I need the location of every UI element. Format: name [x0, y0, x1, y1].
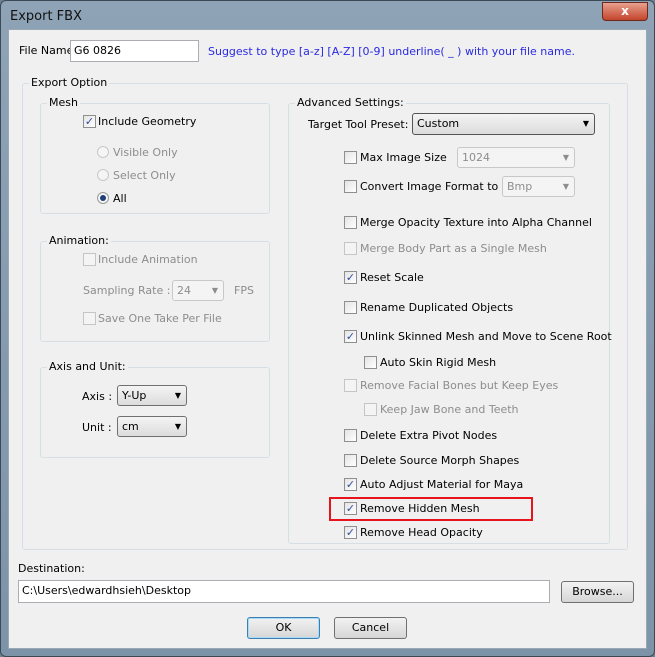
- fps-label: FPS: [234, 284, 254, 297]
- sampling-rate-value: 24: [177, 284, 191, 297]
- axis-label: Axis :: [82, 390, 113, 403]
- max-image-size-checkbox[interactable]: [344, 151, 357, 164]
- delete-source-morph-shapes-checkbox[interactable]: [344, 454, 357, 467]
- highlight-box: [329, 497, 533, 521]
- sampling-rate-label: Sampling Rate :: [83, 284, 171, 297]
- export-option-label: Export Option: [29, 76, 110, 89]
- keep-jaw-bone-and-teeth-label: Keep Jaw Bone and Teeth: [380, 403, 519, 416]
- sampling-rate-combo[interactable]: 24 ▼: [172, 280, 224, 301]
- file-name-label: File Name:: [19, 44, 78, 57]
- remove-head-opacity-checkbox[interactable]: ✓: [344, 526, 357, 539]
- unit-combo[interactable]: cm ▼: [117, 416, 187, 437]
- chevron-down-icon: ▼: [211, 286, 218, 295]
- rename-duplicated-objects-checkbox[interactable]: [344, 301, 357, 314]
- unlink-skinned-mesh-and-move-to-scene-root-label: Unlink Skinned Mesh and Move to Scene Ro…: [360, 330, 612, 343]
- reset-scale-label: Reset Scale: [360, 271, 424, 284]
- save-one-take-checkbox[interactable]: [83, 312, 96, 325]
- unit-value: cm: [122, 420, 139, 433]
- mesh-label: Mesh: [47, 96, 80, 109]
- file-name-hint: Suggest to type [a-z] [A-Z] [0-9] underl…: [208, 45, 575, 58]
- axis-combo[interactable]: Y-Up ▼: [117, 385, 187, 406]
- chevron-down-icon: ▼: [174, 422, 181, 431]
- unlink-skinned-mesh-and-move-to-scene-root-checkbox[interactable]: ✓: [344, 330, 357, 343]
- rename-duplicated-objects-label: Rename Duplicated Objects: [360, 301, 514, 314]
- visible-only-label: Visible Only: [113, 146, 178, 159]
- ok-button[interactable]: OK: [247, 617, 320, 639]
- merge-opacity-texture-into-alpha-channel-label: Merge Opacity Texture into Alpha Channel: [360, 216, 592, 229]
- preset-label: Target Tool Preset:: [308, 118, 409, 131]
- include-animation-checkbox[interactable]: [83, 253, 96, 266]
- remove-facial-bones-but-keep-eyes-label: Remove Facial Bones but Keep Eyes: [360, 379, 559, 392]
- image-format-combo[interactable]: Bmp ▼: [502, 176, 575, 197]
- convert-image-format-to-checkbox[interactable]: [344, 180, 357, 193]
- close-button[interactable]: x: [602, 2, 648, 21]
- keep-jaw-bone-and-teeth-checkbox[interactable]: [364, 403, 377, 416]
- chevron-down-icon: ▼: [562, 153, 569, 162]
- include-animation-label: Include Animation: [98, 253, 198, 266]
- cancel-button[interactable]: Cancel: [334, 617, 407, 639]
- auto-adjust-material-for-maya-checkbox[interactable]: ✓: [344, 478, 357, 491]
- delete-extra-pivot-nodes-checkbox[interactable]: [344, 429, 357, 442]
- chevron-down-icon: ▼: [562, 182, 569, 191]
- max-image-size-label: Max Image Size: [360, 151, 447, 164]
- image-format-value: Bmp: [507, 180, 533, 193]
- unit-label: Unit :: [82, 421, 112, 434]
- window-title: Export FBX: [10, 9, 82, 24]
- include-geometry-label: Include Geometry: [98, 115, 197, 128]
- auto-adjust-material-for-maya-label: Auto Adjust Material for Maya: [360, 478, 524, 491]
- convert-image-format-to-label: Convert Image Format to: [360, 180, 499, 193]
- select-only-radio[interactable]: [97, 169, 109, 181]
- delete-extra-pivot-nodes-label: Delete Extra Pivot Nodes: [360, 429, 498, 442]
- file-name-input[interactable]: G6 0826: [70, 40, 199, 62]
- all-label: All: [113, 192, 127, 205]
- destination-input[interactable]: C:\Users\edwardhsieh\Desktop: [18, 580, 550, 603]
- max-image-size-value: 1024: [462, 151, 490, 164]
- animation-label: Animation:: [47, 234, 111, 247]
- select-only-label: Select Only: [113, 169, 176, 182]
- merge-body-part-as-a-single-mesh-label: Merge Body Part as a Single Mesh: [360, 242, 547, 255]
- axis-unit-group: Axis and Unit:: [40, 360, 270, 458]
- auto-skin-rigid-mesh-label: Auto Skin Rigid Mesh: [380, 356, 497, 369]
- auto-skin-rigid-mesh-checkbox[interactable]: [364, 356, 377, 369]
- browse-button[interactable]: Browse...: [561, 581, 634, 603]
- advanced-settings-label: Advanced Settings:: [295, 96, 406, 109]
- chevron-down-icon: ▼: [582, 119, 589, 128]
- preset-value: Custom: [417, 117, 460, 130]
- visible-only-radio[interactable]: [97, 146, 109, 158]
- axis-unit-label: Axis and Unit:: [47, 360, 128, 373]
- chevron-down-icon: ▼: [174, 391, 181, 400]
- destination-label: Destination:: [18, 562, 85, 575]
- remove-head-opacity-label: Remove Head Opacity: [360, 526, 483, 539]
- merge-opacity-texture-into-alpha-channel-checkbox[interactable]: [344, 216, 357, 229]
- all-radio[interactable]: [97, 192, 109, 204]
- max-image-size-combo[interactable]: 1024 ▼: [457, 147, 575, 168]
- include-geometry-checkbox[interactable]: ✓: [83, 115, 96, 128]
- axis-value: Y-Up: [122, 389, 147, 402]
- remove-facial-bones-but-keep-eyes-checkbox[interactable]: [344, 379, 357, 392]
- delete-source-morph-shapes-label: Delete Source Morph Shapes: [360, 454, 520, 467]
- merge-body-part-as-a-single-mesh-checkbox[interactable]: [344, 242, 357, 255]
- reset-scale-checkbox[interactable]: ✓: [344, 271, 357, 284]
- preset-combo[interactable]: Custom ▼: [412, 113, 595, 135]
- save-one-take-label: Save One Take Per File: [98, 312, 222, 325]
